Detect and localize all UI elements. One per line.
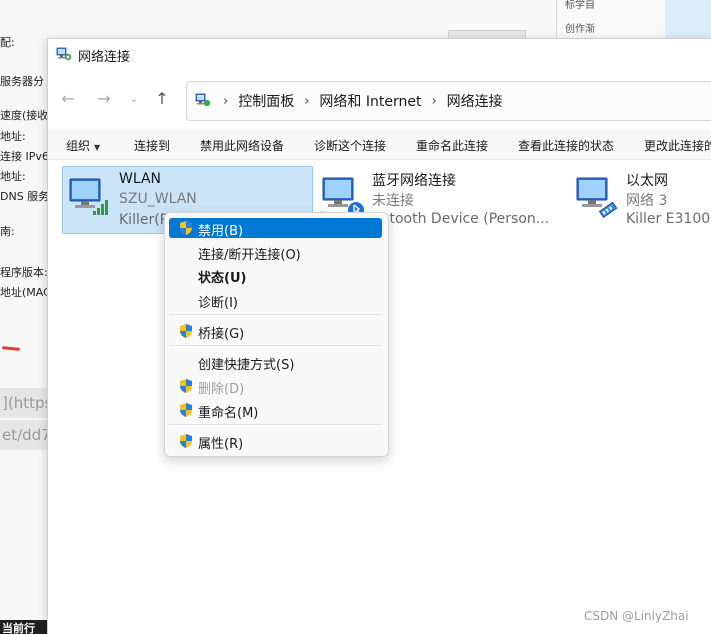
bg-label: 程序版本: — [0, 266, 48, 279]
menu-item-label: 诊断(I) — [198, 296, 238, 311]
bg-right-label: 标学自 — [565, 0, 595, 11]
connection-name: 蓝牙网络连接 — [372, 173, 456, 189]
connection-network: 网络 3 — [626, 193, 668, 209]
toolbar-organize-button[interactable]: 组织 ▼ — [66, 137, 100, 154]
bg-label: 南: — [0, 225, 15, 238]
connection-device: Killer(R — [119, 212, 170, 228]
breadcrumb-separator-icon[interactable]: › — [223, 94, 228, 109]
bg-label: 地址: — [0, 170, 26, 183]
toolbar-rename-button[interactable]: 重命名此连接 — [416, 137, 488, 154]
menu-item-label: 创建快捷方式(S) — [198, 358, 295, 373]
menu-item-label: 禁用(B) — [198, 224, 244, 239]
bg-text-fragment: ](https — [2, 394, 53, 412]
bg-right-label: 创作渐 — [565, 24, 595, 35]
toolbar-status-button[interactable]: 查看此连接的状态 — [518, 137, 614, 154]
breadcrumb-separator-icon[interactable]: › — [431, 94, 436, 109]
connection-network: SZU_WLAN — [119, 191, 197, 207]
breadcrumb-separator-icon[interactable]: › — [304, 94, 309, 109]
menu-item-label: 删除(D) — [198, 382, 245, 397]
toolbar-diagnose-button[interactable]: 诊断这个连接 — [314, 137, 386, 154]
background-right-accent — [665, 0, 711, 38]
bg-bottom-strip: 当前行 — [0, 620, 48, 634]
red-annotation-mark — [1, 346, 21, 351]
background-window-left: 配: 服务器分 速度(接收 地址: 连接 IPv6 地址: DNS 服务 南: … — [0, 0, 52, 634]
recent-locations-chevron-icon[interactable]: ⌄ — [122, 87, 146, 111]
breadcrumb-item[interactable]: 网络连接 — [447, 91, 503, 111]
window-title: 网络连接 — [78, 50, 131, 65]
menu-item-disable[interactable]: 禁用(B) — [169, 218, 382, 239]
context-menu: 禁用(B) 连接/断开连接(O) 状态(U) 诊断(I) 桥接(G) 创建快捷方… — [164, 212, 389, 457]
forward-arrow-icon[interactable]: → — [92, 87, 116, 111]
connection-device: Killer E3100G — [626, 211, 711, 227]
menu-item-delete[interactable]: 删除(D) — [169, 376, 382, 397]
command-bar: 组织 ▼ 连接到 禁用此网络设备 诊断这个连接 重命名此连接 查看此连接的状态 更… — [48, 129, 711, 160]
bg-text-fragment: et/dd7 — [2, 426, 51, 444]
bg-label: 速度(接收 — [0, 109, 49, 122]
breadcrumb: › 控制面板 › 网络和 Internet › 网络连接 — [213, 82, 503, 120]
bg-gray-band: et/dd7 — [0, 420, 51, 450]
navigation-bar: ← → ⌄ ↑ › 控制面板 › 网络和 Internet › 网络连接 — [48, 77, 711, 121]
control-panel-icon — [195, 93, 211, 107]
toolbar-connect-button[interactable]: 连接到 — [134, 137, 170, 154]
bg-label: 配: — [0, 36, 15, 49]
bg-label: 服务器分 — [0, 75, 44, 88]
connection-device: uetooth Device (Person... — [372, 211, 550, 227]
uac-shield-icon — [180, 403, 192, 417]
uac-shield-icon — [180, 221, 192, 235]
menu-item-rename[interactable]: 重命名(M) — [169, 400, 382, 421]
menu-item-label: 属性(R) — [198, 437, 244, 452]
breadcrumb-item[interactable]: 控制面板 — [238, 91, 294, 111]
up-arrow-icon[interactable]: ↑ — [150, 87, 174, 111]
caret-down-icon: ▼ — [94, 143, 101, 152]
menu-item-label: 状态(U) — [198, 271, 247, 286]
menu-separator — [169, 345, 382, 346]
screen: 配: 服务器分 速度(接收 地址: 连接 IPv6 地址: DNS 服务 南: … — [0, 0, 711, 634]
wifi-adapter-icon — [69, 178, 108, 215]
ethernet-adapter-icon — [576, 177, 618, 218]
connection-ethernet[interactable]: 以太网 网络 3 Killer E3100G — [570, 166, 711, 232]
bg-label: 连接 IPv6 — [0, 150, 49, 163]
menu-item-diagnose[interactable]: 诊断(I) — [169, 290, 382, 311]
network-connections-icon — [56, 47, 72, 61]
menu-separator — [169, 424, 382, 425]
menu-item-label: 连接/断开连接(O) — [198, 248, 301, 263]
toolbar-change-settings-button[interactable]: 更改此连接的设 — [644, 137, 711, 154]
menu-item-label: 桥接(G) — [198, 327, 245, 342]
bg-label: 地址(MAC — [0, 286, 51, 299]
menu-item-status[interactable]: 状态(U) — [169, 265, 382, 286]
title-bar[interactable]: 网络连接 — [48, 39, 711, 71]
bg-gray-band: ](https — [0, 388, 52, 418]
menu-item-properties[interactable]: 属性(R) — [169, 431, 382, 452]
bg-label: DNS 服务 — [0, 190, 50, 203]
bg-label: 地址: — [0, 130, 26, 143]
connection-name: WLAN — [119, 171, 162, 187]
bg-bottom-label: 当前行 — [2, 622, 35, 634]
connection-network: 未连接 — [372, 193, 414, 209]
connection-name: 以太网 — [626, 173, 668, 189]
toolbar-disable-button[interactable]: 禁用此网络设备 — [200, 137, 284, 154]
menu-item-connect-disconnect[interactable]: 连接/断开连接(O) — [169, 242, 382, 263]
watermark: CSDN @LinlyZhai — [584, 609, 689, 623]
uac-shield-icon — [180, 434, 192, 448]
background-right-panel: 标学自 创作渐 — [556, 0, 657, 38]
toolbar-label: 组织 — [66, 139, 91, 153]
menu-separator — [169, 314, 382, 315]
uac-shield-icon — [180, 324, 192, 338]
menu-item-create-shortcut[interactable]: 创建快捷方式(S) — [169, 352, 382, 373]
menu-item-label: 重命名(M) — [198, 406, 259, 421]
menu-item-bridge[interactable]: 桥接(G) — [169, 321, 382, 342]
back-arrow-icon[interactable]: ← — [56, 87, 80, 111]
breadcrumb-item[interactable]: 网络和 Internet — [319, 91, 421, 111]
uac-shield-icon — [180, 379, 192, 393]
address-bar[interactable]: › 控制面板 › 网络和 Internet › 网络连接 — [186, 81, 711, 121]
